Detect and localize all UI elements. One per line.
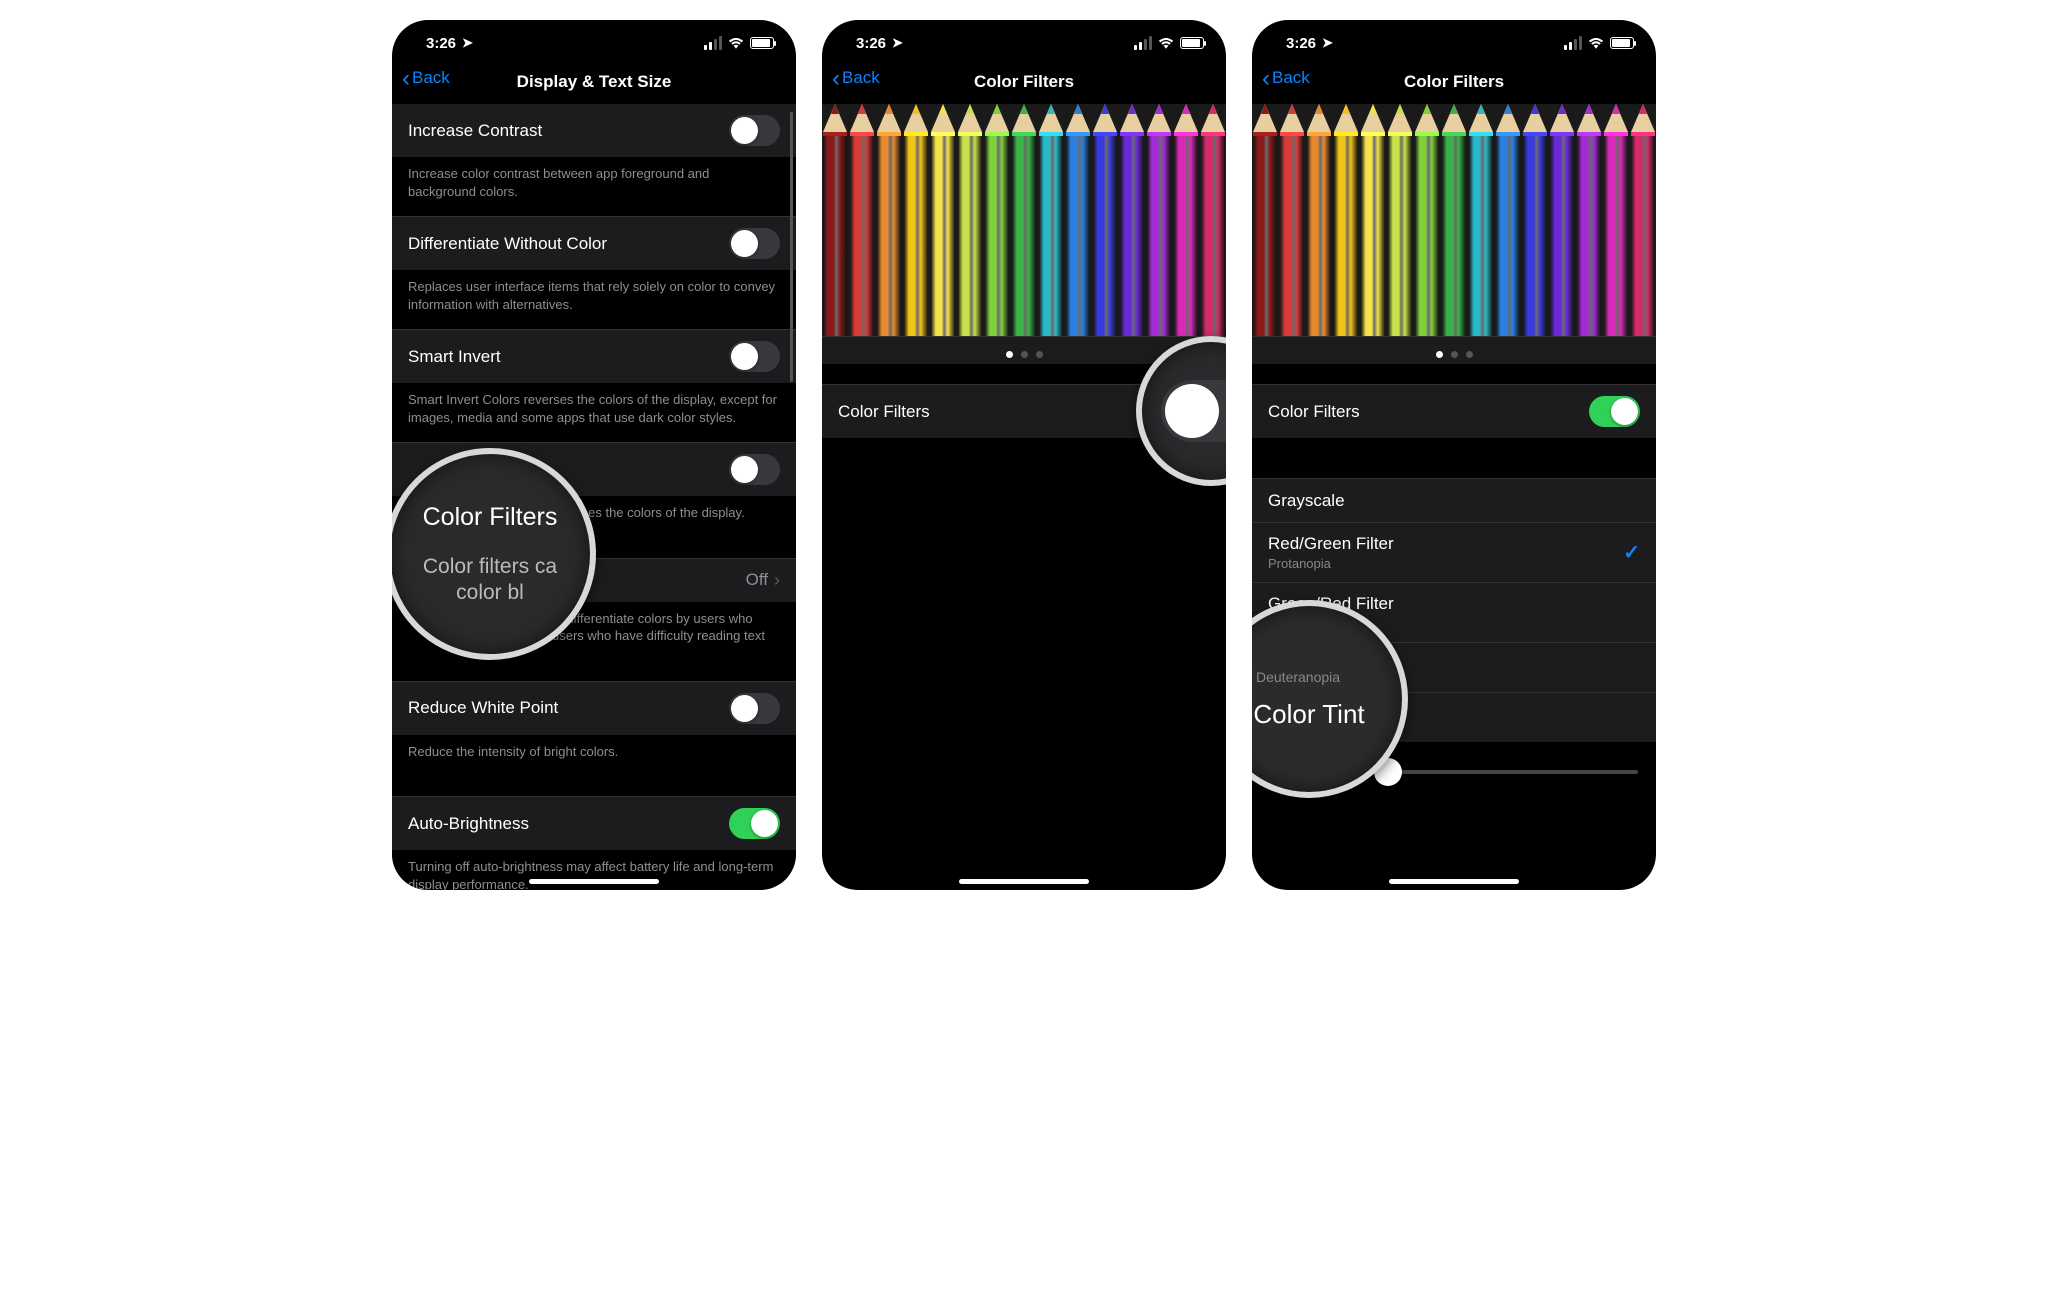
- footer-auto-brightness: Turning off auto-brightness may affect b…: [392, 850, 796, 890]
- row-differentiate-color[interactable]: Differentiate Without Color: [392, 216, 796, 270]
- home-indicator[interactable]: [529, 879, 659, 884]
- status-bar: 3:26 ➤: [1252, 20, 1656, 60]
- back-button[interactable]: ‹ Back: [402, 68, 450, 88]
- nav-bar: ‹ Back Display & Text Size: [392, 60, 796, 104]
- cellular-icon: [1134, 36, 1152, 50]
- nav-bar: ‹ Back Color Filters: [1252, 60, 1656, 104]
- row-auto-brightness[interactable]: Auto-Brightness: [392, 796, 796, 850]
- status-time: 3:26: [856, 35, 886, 52]
- location-arrow-icon: ➤: [1322, 35, 1333, 51]
- home-indicator[interactable]: [959, 879, 1089, 884]
- location-arrow-icon: ➤: [892, 35, 903, 51]
- nav-bar: ‹ Back Color Filters: [822, 60, 1226, 104]
- home-indicator[interactable]: [1389, 879, 1519, 884]
- chevron-left-icon: ‹: [402, 70, 410, 87]
- phone-screen-1: 3:26 ➤ ‹ Back Display & Text Size Increa…: [392, 20, 796, 890]
- wifi-icon: [728, 37, 744, 49]
- toggle-reduce-white-point[interactable]: [729, 693, 780, 724]
- toggle-differentiate-color[interactable]: [729, 228, 780, 259]
- battery-icon: [1180, 37, 1204, 49]
- toggle-color-filters[interactable]: [1589, 396, 1640, 427]
- row-color-filters-toggle[interactable]: Color Filters: [1252, 384, 1656, 438]
- status-time: 3:26: [1286, 35, 1316, 52]
- footer-reduce-white-point: Reduce the intensity of bright colors.: [392, 735, 796, 777]
- page-title: Display & Text Size: [517, 72, 672, 92]
- status-bar: 3:26 ➤: [392, 20, 796, 60]
- toggle-smart-invert[interactable]: [729, 341, 780, 372]
- status-time: 3:26: [426, 35, 456, 52]
- color-preview-pencils[interactable]: [822, 104, 1226, 336]
- location-arrow-icon: ➤: [462, 35, 473, 51]
- color-filters-value: Off: [746, 570, 768, 590]
- chevron-left-icon: ‹: [832, 70, 840, 87]
- wifi-icon: [1158, 37, 1174, 49]
- page-dots[interactable]: [1252, 336, 1656, 364]
- battery-icon: [1610, 37, 1634, 49]
- row-increase-contrast[interactable]: Increase Contrast: [392, 104, 796, 157]
- checkmark-icon: ✓: [1623, 540, 1640, 565]
- toggle-increase-contrast[interactable]: [729, 115, 780, 146]
- chevron-right-icon: ›: [774, 570, 780, 591]
- wifi-icon: [1588, 37, 1604, 49]
- footer-increase-contrast: Increase color contrast between app fore…: [392, 157, 796, 216]
- row-grayscale[interactable]: Grayscale: [1252, 478, 1656, 522]
- row-smart-invert[interactable]: Smart Invert: [392, 329, 796, 383]
- color-preview-pencils[interactable]: [1252, 104, 1656, 336]
- footer-smart-invert: Smart Invert Colors reverses the colors …: [392, 383, 796, 442]
- status-bar: 3:26 ➤: [822, 20, 1226, 60]
- cellular-icon: [704, 36, 722, 50]
- scroll-indicator[interactable]: [790, 112, 793, 382]
- toggle-auto-brightness[interactable]: [729, 808, 780, 839]
- chevron-left-icon: ‹: [1262, 70, 1270, 87]
- footer-differentiate-color: Replaces user interface items that rely …: [392, 270, 796, 329]
- magnifier-color-filters: Color Filters Color filters ca color bl: [392, 448, 596, 660]
- phone-screen-2: 3:26 ➤ ‹ Back Color Filters Color Filter…: [822, 20, 1226, 890]
- battery-icon: [750, 37, 774, 49]
- row-reduce-white-point[interactable]: Reduce White Point: [392, 681, 796, 735]
- row-red-green-filter[interactable]: Red/Green Filter Protanopia ✓: [1252, 522, 1656, 582]
- back-button[interactable]: ‹ Back: [1262, 68, 1310, 88]
- page-title: Color Filters: [1404, 72, 1504, 92]
- toggle-classic-invert[interactable]: [729, 454, 780, 485]
- cellular-icon: [1564, 36, 1582, 50]
- page-title: Color Filters: [974, 72, 1074, 92]
- phone-screen-3: 3:26 ➤ ‹ Back Color Filters Color Filter…: [1252, 20, 1656, 890]
- back-button[interactable]: ‹ Back: [832, 68, 880, 88]
